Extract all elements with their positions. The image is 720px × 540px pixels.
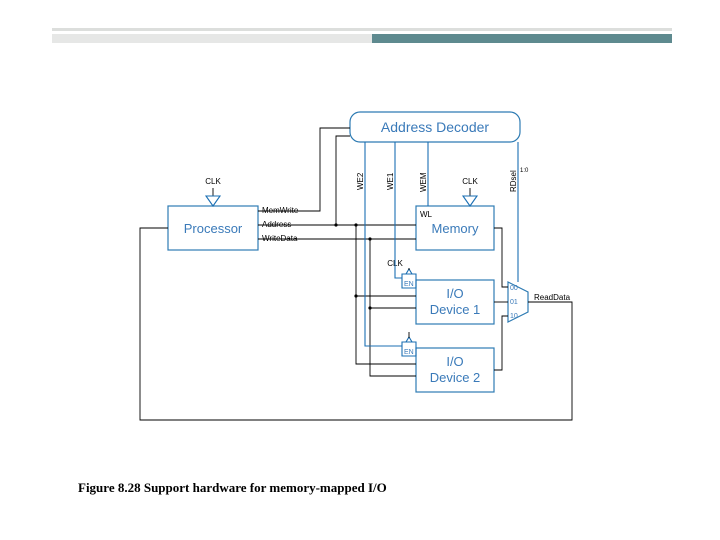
wem-label: WEM bbox=[419, 172, 428, 192]
clk-memory-label: CLK bbox=[462, 177, 478, 186]
io2-line2: Device 2 bbox=[430, 370, 481, 385]
dot-addr-down bbox=[354, 223, 357, 226]
slide-divider bbox=[52, 28, 672, 42]
address-label: Address bbox=[262, 220, 291, 229]
mem-out-wire bbox=[494, 228, 508, 287]
dot-wd-down bbox=[368, 237, 371, 240]
address-decoder-label: Address Decoder bbox=[381, 119, 490, 135]
io1-line1: I/O bbox=[446, 286, 463, 301]
dot-addr-io1 bbox=[354, 294, 357, 297]
processor-label: Processor bbox=[184, 221, 243, 236]
dot-wd-io1 bbox=[368, 306, 371, 309]
divider-thick-left bbox=[52, 34, 372, 43]
divider-thick-right bbox=[372, 34, 672, 43]
writedata-label: WriteData bbox=[262, 234, 298, 243]
we2-to-io2 bbox=[365, 196, 402, 346]
readdata-label: ReadData bbox=[534, 293, 571, 302]
mux-label-00: 00 bbox=[510, 285, 518, 292]
rdsel-sub: 1:0 bbox=[520, 168, 529, 174]
memory-label: Memory bbox=[432, 221, 479, 236]
wl-label: WL bbox=[420, 210, 433, 219]
dot-addr-up bbox=[334, 223, 337, 226]
clk-proc-triangle bbox=[206, 196, 220, 206]
en-label-io2: EN bbox=[404, 349, 414, 356]
rdsel-label: RDsel bbox=[509, 170, 518, 192]
en-label-io1: EN bbox=[404, 281, 414, 288]
mux-label-10: 10 bbox=[510, 313, 518, 320]
io1-line2: Device 1 bbox=[430, 302, 481, 317]
figure-caption: Figure 8.28 Support hardware for memory-… bbox=[78, 480, 387, 496]
address-branch-up bbox=[336, 136, 350, 225]
clk-mem-triangle bbox=[463, 196, 477, 206]
clk-processor-label: CLK bbox=[205, 177, 221, 186]
io2-line1: I/O bbox=[446, 354, 463, 369]
we2-label: WE2 bbox=[356, 172, 365, 190]
diagram-svg: Address Decoder Processor Memory I/O Dev… bbox=[120, 100, 630, 460]
memwrite-label: MemWrite bbox=[262, 206, 299, 215]
divider-thin bbox=[52, 28, 672, 31]
mux-label-01: 01 bbox=[510, 299, 518, 306]
we1-label: WE1 bbox=[386, 172, 395, 190]
io2-out-wire bbox=[494, 316, 508, 370]
